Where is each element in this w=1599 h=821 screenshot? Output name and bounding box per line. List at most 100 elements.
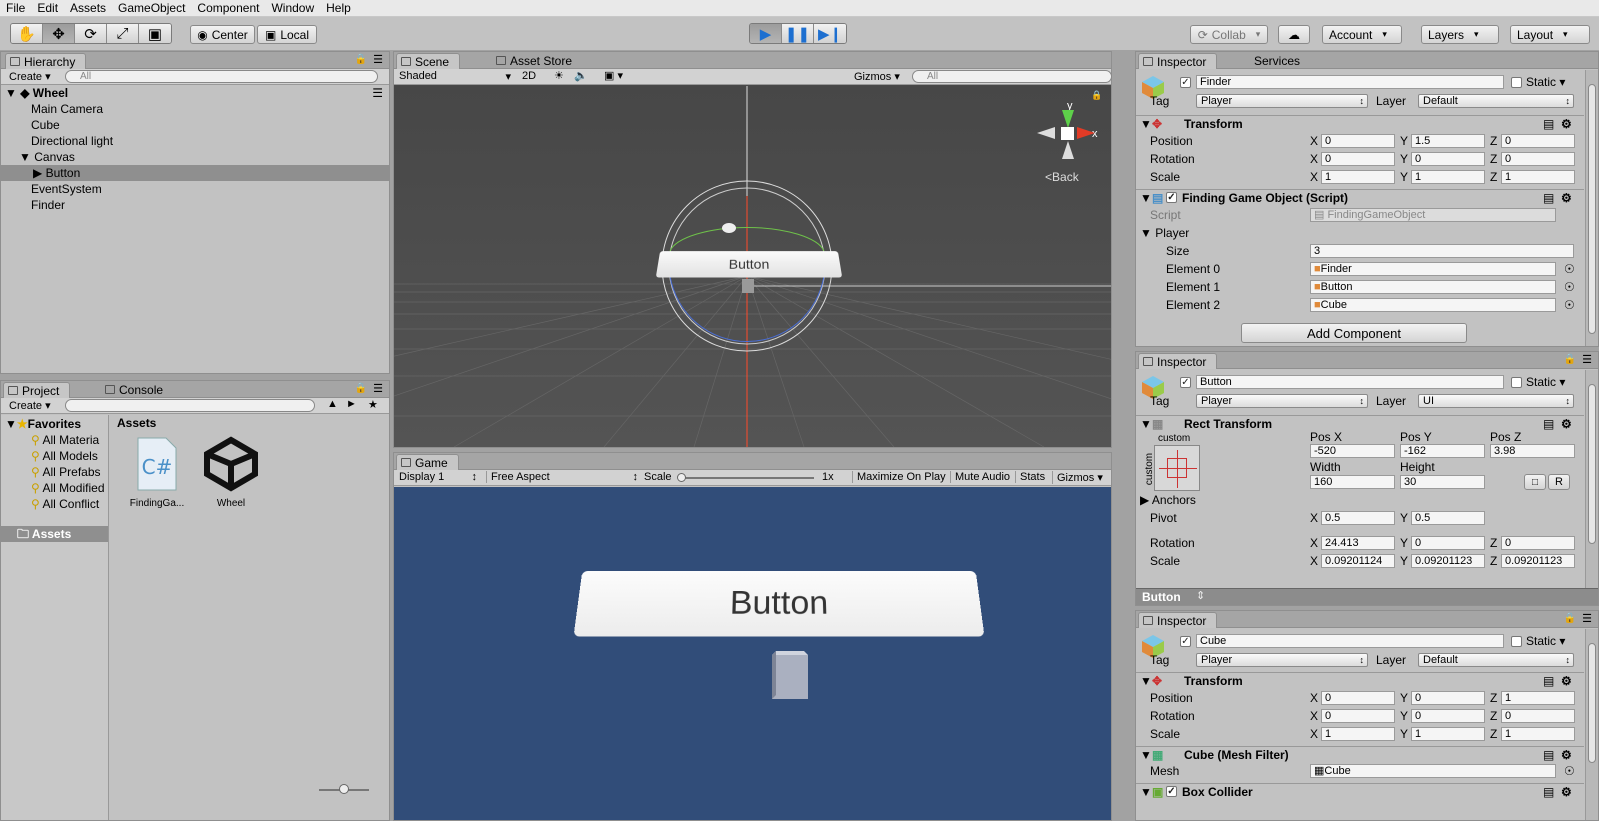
account-dropdown[interactable]: Account — [1322, 25, 1402, 44]
view-lock-icon[interactable]: 🔒 — [1091, 90, 1102, 101]
pivot-x-field[interactable]: 0.5 — [1321, 511, 1395, 525]
maximize-on-play-toggle[interactable]: Maximize On Play — [852, 471, 946, 483]
layer-dropdown[interactable]: Default — [1418, 653, 1574, 667]
rect-tool-icon[interactable]: ▣ — [139, 24, 171, 43]
project-search-input[interactable] — [65, 399, 315, 412]
menu-component[interactable]: Component — [191, 0, 265, 17]
layer-dropdown[interactable]: UI — [1418, 394, 1574, 408]
object-name-field[interactable]: Finder — [1196, 75, 1504, 89]
help-book-icon[interactable]: ▤ — [1543, 784, 1554, 800]
rect-scale-x-field[interactable]: 0.09201124 — [1321, 554, 1395, 568]
y-axis-cone-icon[interactable] — [1062, 110, 1074, 128]
rotation-y-field[interactable]: 0 — [1411, 709, 1485, 723]
array-size-field[interactable]: 3 — [1310, 244, 1574, 258]
center-cube-icon[interactable] — [1061, 127, 1074, 140]
scene-menu-icon[interactable]: ☰ — [372, 85, 383, 101]
mode-2d-toggle[interactable]: 2D — [522, 70, 536, 82]
favorite-all-models[interactable]: ⚲ All Models — [1, 448, 108, 464]
anchor-presets-button[interactable] — [1154, 445, 1200, 491]
tab-game[interactable]: Game — [396, 454, 459, 470]
scene-gizmos-dropdown[interactable]: Gizmos ▾ — [854, 70, 900, 83]
anchors-foldout[interactable]: ▶ Anchors — [1140, 493, 1196, 507]
transform-component-header[interactable]: ▼ ✥ Transform ▤ ⚙ — [1136, 672, 1584, 689]
hand-tool-icon[interactable]: ✋ — [11, 24, 43, 43]
tab-scene[interactable]: Scene — [396, 53, 461, 69]
hierarchy-item-finder[interactable]: Finder — [1, 197, 389, 213]
tag-dropdown[interactable]: Player — [1196, 653, 1368, 667]
inspector3-scroll-thumb[interactable] — [1588, 643, 1596, 763]
game-viewport[interactable]: Button — [394, 487, 1111, 820]
shading-mode-dropdown[interactable]: Shaded ▾ — [399, 70, 511, 83]
scale-tool-icon[interactable]: ⤢ — [107, 24, 139, 43]
scene-root-row[interactable]: ▼ ◆ Wheel ☰ — [1, 85, 389, 101]
collapse-arrow-icon[interactable]: ▶ — [33, 166, 42, 180]
hierarchy-item-button[interactable]: ▶ Button — [1, 165, 389, 181]
position-z-field[interactable]: 0 — [1501, 134, 1575, 148]
asset-finding-game-object[interactable]: C# FindingGa... — [127, 436, 187, 516]
help-book-icon[interactable]: ▤ — [1543, 747, 1554, 763]
tab-inspector[interactable]: Inspector — [1138, 353, 1218, 369]
favorite-star-icon[interactable]: ★ — [368, 398, 378, 411]
icon-size-slider-thumb[interactable] — [339, 784, 349, 794]
tab-asset-store[interactable]: Asset Store — [492, 53, 582, 69]
panel-menu-icon[interactable]: ☰ — [373, 53, 383, 66]
foldout-arrow-icon[interactable]: ▼ — [1140, 116, 1152, 132]
rotate-tool-icon[interactable]: ⟳ — [75, 24, 107, 43]
position-x-field[interactable]: 0 — [1321, 134, 1395, 148]
favorite-all-materials[interactable]: ⚲ All Materia — [1, 432, 108, 448]
element0-field[interactable]: ■Finder — [1310, 262, 1556, 276]
hierarchy-search-input[interactable]: All — [65, 70, 378, 83]
static-checkbox[interactable] — [1511, 377, 1522, 388]
tab-hierarchy[interactable]: Hierarchy — [5, 53, 87, 69]
script-enabled-checkbox[interactable]: ✓ — [1166, 192, 1177, 203]
inspector2-lock-icon[interactable]: 🔒 — [1564, 354, 1576, 365]
drag-handle-icon[interactable]: ⇕ — [1196, 589, 1205, 602]
pivot-y-field[interactable]: 0.5 — [1411, 511, 1485, 525]
hierarchy-item-eventsystem[interactable]: EventSystem — [1, 181, 389, 197]
object-picker-icon[interactable]: ☉ — [1564, 262, 1575, 276]
inspector3-menu-icon[interactable]: ☰ — [1582, 612, 1592, 625]
layers-dropdown[interactable]: Layers — [1421, 25, 1499, 44]
scale-slider-thumb[interactable] — [677, 473, 686, 482]
menu-edit[interactable]: Edit — [31, 0, 64, 17]
rect-rotation-z-field[interactable]: 0 — [1501, 536, 1575, 550]
rotation-y-field[interactable]: 0 — [1411, 152, 1485, 166]
rotation-x-field[interactable]: 0 — [1321, 709, 1395, 723]
inspector2-menu-icon[interactable]: ☰ — [1582, 353, 1592, 366]
inspector2-scrollbar[interactable] — [1585, 370, 1598, 588]
pivot-local-button[interactable]: ▣ Local — [257, 25, 317, 44]
tab-inspector[interactable]: Inspector — [1138, 53, 1218, 69]
scale-y-field[interactable]: 1 — [1411, 170, 1485, 184]
object-name-field[interactable]: Button — [1196, 375, 1504, 389]
play-icon[interactable]: ▶ — [750, 24, 782, 43]
blueprint-mode-button[interactable]: □ — [1524, 474, 1546, 490]
settings-gear-icon[interactable]: ⚙ — [1561, 116, 1572, 132]
active-checkbox[interactable]: ✓ — [1180, 377, 1191, 388]
hierarchy-item-directional-light[interactable]: Directional light — [1, 133, 389, 149]
mesh-filter-header[interactable]: ▼ ▦ Cube (Mesh Filter) ▤ ⚙ — [1136, 746, 1584, 763]
layer-dropdown[interactable]: Default — [1418, 94, 1574, 108]
menu-gameobject[interactable]: GameObject — [112, 0, 191, 17]
posx-field[interactable]: -520 — [1310, 444, 1395, 458]
project-menu-icon[interactable]: ☰ — [373, 382, 383, 395]
static-checkbox[interactable] — [1511, 636, 1522, 647]
rect-rotation-y-field[interactable]: 0 — [1411, 536, 1485, 550]
element1-field[interactable]: ■Button — [1310, 280, 1556, 294]
height-field[interactable]: 30 — [1400, 475, 1485, 489]
back-view-label[interactable]: <Back — [1045, 170, 1079, 184]
hierarchy-item-cube[interactable]: Cube — [1, 117, 389, 133]
cloud-button[interactable]: ☁ — [1278, 25, 1310, 44]
favorite-all-conflicted[interactable]: ⚲ All Conflict — [1, 496, 108, 512]
game-button[interactable]: Button — [573, 570, 985, 637]
tab-console[interactable]: Console — [101, 382, 173, 398]
menu-window[interactable]: Window — [265, 0, 320, 17]
hierarchy-item-canvas[interactable]: ▼ Canvas — [1, 149, 389, 165]
scene-button-object[interactable]: Button — [655, 251, 843, 278]
filter-label-icon[interactable]: ► — [346, 398, 357, 410]
transform-component-header[interactable]: ▼ ✥ Transform ▤ ⚙ — [1136, 115, 1584, 132]
scale-x-field[interactable]: 1 — [1321, 170, 1395, 184]
effects-dropdown-icon[interactable]: ▣ ▾ — [604, 69, 623, 82]
scene-orientation-gizmo[interactable]: y x <Back — [1037, 100, 1098, 190]
asset-wheel-scene[interactable]: Wheel — [201, 436, 261, 516]
help-book-icon[interactable]: ▤ — [1543, 673, 1554, 689]
